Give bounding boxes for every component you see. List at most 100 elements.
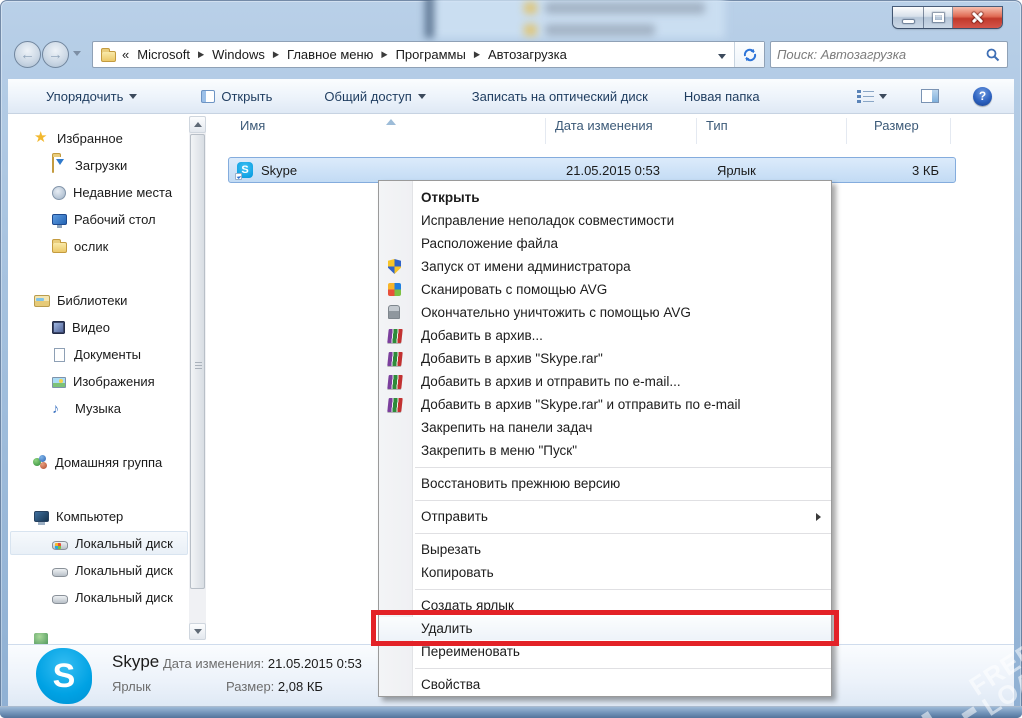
sidebar-group-label: Домашняя группа — [55, 455, 162, 470]
sidebar-item-local-disk-d[interactable]: Локальный диск — [52, 559, 173, 581]
details-file-name: Skype — [112, 652, 159, 672]
maximize-button[interactable] — [924, 7, 953, 28]
folder-icon — [52, 242, 67, 253]
minimize-button[interactable] — [893, 7, 924, 28]
background-window-blur — [425, 0, 725, 38]
sidebar-item-documents[interactable]: Документы — [52, 343, 141, 365]
details-size-value: 2,08 КБ — [278, 679, 323, 694]
menu-item-send-to[interactable]: Отправить — [379, 505, 831, 528]
sort-ascending-icon[interactable] — [386, 119, 396, 125]
details-modified: Дата изменения: 21.05.2015 0:53 — [163, 656, 362, 671]
sidebar-item-oslik[interactable]: ослик — [52, 235, 108, 257]
open-button[interactable]: Открыть — [193, 85, 280, 108]
sidebar-item-label: Изображения — [73, 374, 155, 389]
sidebar-item-local-disk-c[interactable]: Локальный диск — [52, 532, 173, 554]
change-view-button[interactable] — [849, 85, 895, 107]
share-button[interactable]: Общий доступ — [316, 85, 433, 108]
menu-item-add-to-archive[interactable]: Добавить в архив... — [379, 324, 831, 347]
sidebar-item-local-disk-e[interactable]: Локальный диск — [52, 586, 173, 608]
menu-item-properties[interactable]: Свойства — [379, 673, 831, 696]
column-divider[interactable] — [545, 118, 546, 144]
menu-item-pin-start[interactable]: Закрепить в меню "Пуск" — [379, 439, 831, 462]
breadcrumb-segment[interactable]: Программы — [394, 45, 468, 64]
sidebar-item-label: Документы — [74, 347, 141, 362]
new-folder-button[interactable]: Новая папка — [676, 85, 768, 108]
breadcrumb-segment[interactable]: Windows — [210, 45, 267, 64]
menu-item-pin-taskbar[interactable]: Закрепить на панели задач — [379, 416, 831, 439]
help-button[interactable]: ? — [965, 83, 1000, 110]
sidebar-item-music[interactable]: ♪ Музыка — [52, 397, 121, 419]
winrar-icon — [387, 352, 402, 366]
close-button[interactable] — [953, 7, 1002, 28]
window-bottom-frame — [0, 706, 1022, 718]
background-folder-icon — [524, 24, 537, 36]
chevron-down-icon — [879, 94, 887, 99]
sidebar-item-recent-places[interactable]: Недавние места — [52, 181, 172, 203]
menu-item-cut[interactable]: Вырезать — [379, 538, 831, 561]
triangle-up-icon — [194, 122, 202, 127]
sidebar-scrollbar[interactable] — [189, 116, 206, 640]
breadcrumb-segment[interactable]: Автозагрузка — [486, 45, 569, 64]
column-header-name[interactable]: Имя — [240, 118, 265, 146]
column-divider[interactable] — [846, 118, 847, 144]
address-bar[interactable]: « Microsoft ▶ Windows ▶ Главное меню ▶ П… — [92, 41, 765, 68]
menu-item-archive-named-email[interactable]: Добавить в архив "Skype.rar" и отправить… — [379, 393, 831, 416]
breadcrumb-segment[interactable]: Главное меню — [285, 45, 375, 64]
organize-button[interactable]: Упорядочить — [38, 85, 145, 108]
breadcrumb-segment[interactable]: Microsoft — [135, 45, 192, 64]
sidebar-item-video[interactable]: Видео — [52, 316, 110, 338]
sidebar-group-favorites[interactable]: ★ Избранное — [34, 127, 123, 149]
sidebar-item-downloads[interactable]: Загрузки — [52, 154, 127, 176]
libraries-icon — [34, 295, 50, 307]
burn-button[interactable]: Записать на оптический диск — [464, 85, 656, 108]
sidebar-item-desktop[interactable]: Рабочий стол — [52, 208, 156, 230]
history-dropdown-icon[interactable] — [73, 51, 81, 56]
file-size: 3 КБ — [849, 163, 939, 178]
search-input[interactable] — [771, 47, 985, 62]
preview-pane-icon — [921, 89, 939, 103]
scroll-down-button[interactable] — [189, 623, 206, 640]
menu-item-restore-version[interactable]: Восстановить прежнюю версию — [379, 472, 831, 495]
sidebar-group-computer[interactable]: Компьютер — [34, 505, 123, 527]
column-header-modified[interactable]: Дата изменения — [555, 118, 653, 146]
help-icon: ? — [973, 87, 992, 106]
search-box[interactable] — [770, 41, 1008, 68]
sidebar-group-homegroup[interactable]: Домашняя группа — [32, 451, 162, 473]
chevron-right-icon[interactable]: ▶ — [198, 50, 204, 60]
column-header-type[interactable]: Тип — [706, 118, 728, 146]
menu-item-avg-scan[interactable]: Сканировать с помощью AVG — [379, 278, 831, 301]
scroll-up-button[interactable] — [189, 116, 206, 133]
background-list-row — [545, 2, 705, 14]
menu-item-avg-shred[interactable]: Окончательно уничтожить с помощью AVG — [379, 301, 831, 324]
thumb-grip-icon — [195, 362, 202, 369]
forward-button[interactable]: → — [42, 41, 69, 68]
details-modified-value: 21.05.2015 0:53 — [268, 656, 362, 671]
maximize-icon — [933, 13, 944, 22]
chevron-right-icon[interactable]: ▶ — [381, 50, 387, 60]
column-divider[interactable] — [950, 118, 951, 144]
sidebar-item-pictures[interactable]: Изображения — [52, 370, 155, 392]
scrollbar-thumb[interactable] — [190, 134, 205, 589]
address-dropdown-icon[interactable] — [710, 47, 734, 62]
menu-item-add-to-archive-named[interactable]: Добавить в архив "Skype.rar" — [379, 347, 831, 370]
shortcut-arrow-icon — [235, 173, 242, 180]
menu-item-run-as-admin[interactable]: Запуск от имени администратора — [379, 255, 831, 278]
chevron-right-icon[interactable]: ▶ — [273, 50, 279, 60]
menu-item-compatibility[interactable]: Исправление неполадок совместимости — [379, 209, 831, 232]
menu-item-file-location[interactable]: Расположение файла — [379, 232, 831, 255]
search-icon[interactable] — [985, 47, 1001, 63]
preview-pane-button[interactable] — [913, 85, 947, 107]
menu-item-archive-email[interactable]: Добавить в архив и отправить по e-mail..… — [379, 370, 831, 393]
column-divider[interactable] — [696, 118, 697, 144]
column-header-size[interactable]: Размер — [874, 118, 919, 146]
back-button[interactable]: ← — [14, 41, 41, 68]
menu-item-copy[interactable]: Копировать — [379, 561, 831, 584]
breadcrumb-chevron[interactable]: « — [122, 47, 129, 62]
downloads-folder-icon — [52, 156, 54, 173]
refresh-button[interactable] — [734, 42, 764, 67]
chevron-right-icon[interactable]: ▶ — [474, 50, 480, 60]
sidebar-group-libraries[interactable]: Библиотеки — [34, 289, 127, 311]
recent-places-icon — [52, 186, 66, 200]
menu-item-open[interactable]: Открыть — [379, 186, 831, 209]
explorer-window: ← → « Microsoft ▶ Windows ▶ Главное меню… — [0, 0, 1022, 718]
